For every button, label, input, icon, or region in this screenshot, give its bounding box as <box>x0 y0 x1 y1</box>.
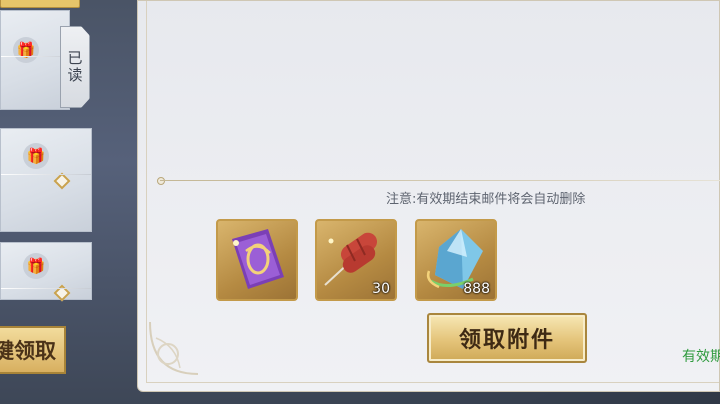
mail-list-rail: 🎁 已读 🎁 🎁 一键领取 <box>0 0 140 404</box>
mail-card[interactable]: 🎁 <box>0 242 92 302</box>
claim-attachments-label: 领取附件 <box>458 327 555 353</box>
read-status-label: 已读 <box>65 50 84 84</box>
attachment-item[interactable]: 888 <box>415 219 497 301</box>
purple-scroll-icon <box>232 229 284 289</box>
mail-card-previous-edge[interactable] <box>0 0 80 8</box>
claim-all-label: 一键领取 <box>0 339 56 363</box>
validity-label: 有效期 <box>682 349 720 365</box>
diamond-ornament-icon <box>53 284 71 302</box>
attachment-count: 888 <box>463 281 490 297</box>
mail-card[interactable]: 🎁 <box>0 128 92 232</box>
mail-card-read[interactable]: 🎁 <box>0 10 70 110</box>
expiry-notice: 注意:有效期结束邮件将会自动删除 <box>386 192 586 207</box>
divider-ornament-icon <box>157 177 165 185</box>
attachment-item[interactable] <box>216 219 298 301</box>
corner-ornament-icon <box>149 321 199 375</box>
gift-icon: 🎁 <box>23 143 49 169</box>
read-status-tag: 已读 <box>60 26 90 108</box>
diamond-ornament-icon <box>53 172 71 190</box>
attachment-item[interactable]: 30 <box>315 219 397 301</box>
claim-all-button[interactable]: 一键领取 <box>0 326 66 374</box>
attachment-count: 30 <box>372 281 390 297</box>
gift-icon: 🎁 <box>23 253 49 279</box>
content-divider <box>160 180 720 181</box>
claim-attachments-button[interactable]: 领取附件 <box>427 313 587 363</box>
gift-icon: 🎁 <box>13 37 39 63</box>
